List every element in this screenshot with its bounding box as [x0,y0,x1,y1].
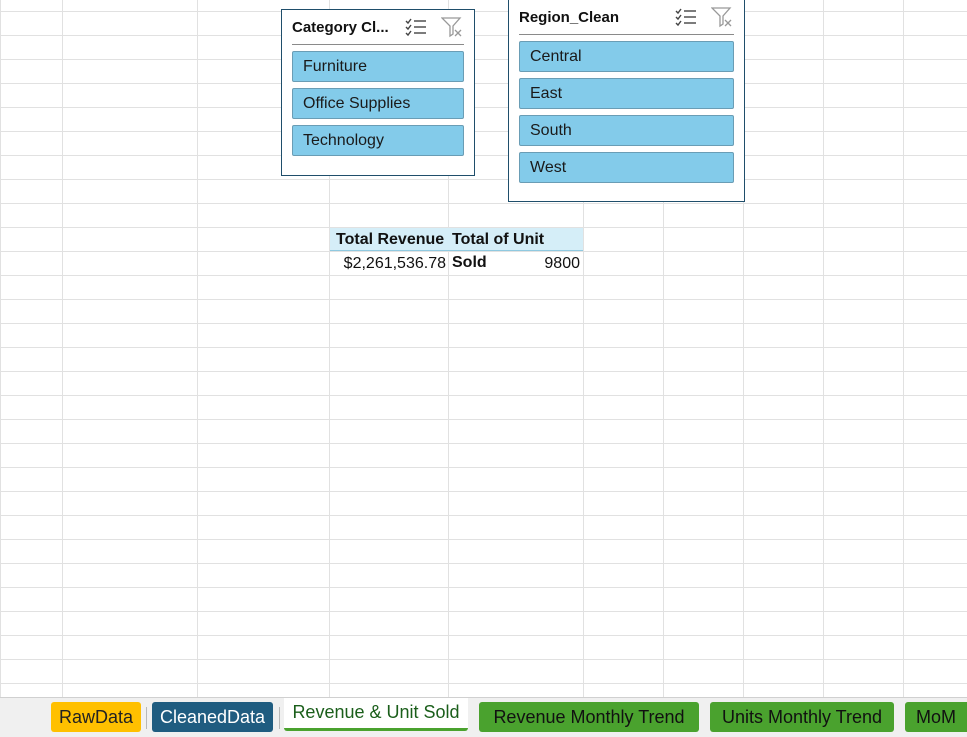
slicer-item-technology[interactable]: Technology [292,125,464,156]
sheet-tab-bar: RawData CleanedData Revenue & Unit Sold … [0,697,967,737]
column-line [823,0,824,697]
slicer-item-central[interactable]: Central [519,41,734,72]
pivot-value-total-revenue[interactable]: $2,261,536.78 [330,252,446,276]
tab-units-monthly-trend[interactable]: Units Monthly Trend [710,702,894,732]
slicer-item-furniture[interactable]: Furniture [292,51,464,82]
slicer-item-south[interactable]: South [519,115,734,146]
region-slicer-header: Region_Clean [519,0,734,35]
multi-select-icon[interactable] [674,5,698,29]
region-slicer-title: Region_Clean [519,8,620,26]
worksheet-grid[interactable] [0,0,967,697]
region-slicer[interactable]: Region_Clean Central East South West [508,0,745,202]
category-slicer-title: Category Cl... [292,18,389,36]
slicer-item-east[interactable]: East [519,78,734,109]
slicer-item-west[interactable]: West [519,152,734,183]
clear-filter-icon[interactable] [440,15,464,39]
column-line [62,0,63,697]
clear-filter-icon[interactable] [710,5,734,29]
column-line [903,0,904,697]
tab-cleaneddata[interactable]: CleanedData [152,702,273,732]
category-slicer[interactable]: Category Cl... Furniture Office Supplies… [281,9,475,176]
category-slicer-header: Category Cl... [292,10,464,45]
tab-revenue-unit-sold[interactable]: Revenue & Unit Sold [284,698,468,731]
pivot-header-total-units[interactable]: Total of Unit Sold [448,228,583,271]
pivot-value-total-units[interactable]: 9800 [448,252,580,276]
tab-separator [146,707,147,729]
tab-separator [279,707,280,729]
column-line [197,0,198,697]
slicer-item-office-supplies[interactable]: Office Supplies [292,88,464,119]
tab-revenue-monthly-trend[interactable]: Revenue Monthly Trend [479,702,699,732]
tab-rawdata[interactable]: RawData [51,702,141,732]
multi-select-icon[interactable] [404,15,428,39]
pivot-header-total-revenue[interactable]: Total Revenue [330,228,448,251]
tab-mom[interactable]: MoM [905,702,967,732]
